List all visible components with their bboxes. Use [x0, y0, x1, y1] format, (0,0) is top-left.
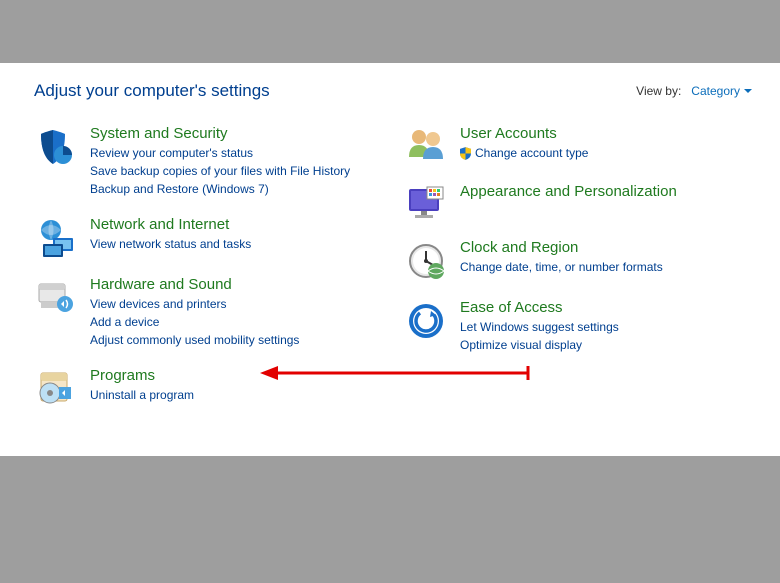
category-user-accounts: User Accounts Change account type	[404, 125, 752, 165]
sublink[interactable]: Save backup copies of your files with Fi…	[90, 162, 382, 180]
category-link-ease-of-access[interactable]: Ease of Access	[460, 299, 752, 316]
user-accounts-icon	[404, 125, 448, 165]
category-link-clock-region[interactable]: Clock and Region	[460, 239, 752, 256]
control-panel-window: Adjust your computer's settings View by:…	[0, 63, 780, 456]
chevron-down-icon	[744, 89, 752, 94]
sublink[interactable]: Let Windows suggest settings	[460, 318, 752, 336]
category-network-internet: Network and Internet View network status…	[34, 216, 382, 258]
left-column: System and Security Review your computer…	[34, 125, 382, 425]
uac-shield-icon	[460, 147, 471, 160]
page-title: Adjust your computer's settings	[34, 81, 270, 101]
category-link-network-internet[interactable]: Network and Internet	[90, 216, 382, 233]
sublink[interactable]: Backup and Restore (Windows 7)	[90, 180, 382, 198]
category-link-system-security[interactable]: System and Security	[90, 125, 382, 142]
sublink[interactable]: Change date, time, or number formats	[460, 258, 752, 276]
sublink[interactable]: Optimize visual display	[460, 336, 752, 354]
category-link-programs[interactable]: Programs	[90, 367, 382, 384]
sublink[interactable]: Change account type	[460, 144, 588, 162]
sublink[interactable]: View devices and printers	[90, 295, 382, 313]
right-column: User Accounts Change account type	[404, 125, 752, 425]
sublink[interactable]: Adjust commonly used mobility settings	[90, 331, 382, 349]
category-link-appearance-personalization[interactable]: Appearance and Personalization	[460, 183, 752, 200]
programs-icon	[34, 367, 78, 407]
category-clock-region: Clock and Region Change date, time, or n…	[404, 239, 752, 281]
sublink[interactable]: Add a device	[90, 313, 382, 331]
view-by-control: View by: Category	[636, 84, 752, 98]
network-internet-icon	[34, 216, 78, 258]
sublink[interactable]: View network status and tasks	[90, 235, 382, 253]
view-by-dropdown[interactable]: Category	[691, 84, 752, 98]
category-system-security: System and Security Review your computer…	[34, 125, 382, 198]
category-ease-of-access: Ease of Access Let Windows suggest setti…	[404, 299, 752, 354]
category-columns: System and Security Review your computer…	[34, 125, 752, 425]
category-hardware-sound: Hardware and Sound View devices and prin…	[34, 276, 382, 349]
category-link-user-accounts[interactable]: User Accounts	[460, 125, 752, 142]
header-row: Adjust your computer's settings View by:…	[34, 81, 752, 101]
view-by-label: View by:	[636, 84, 681, 98]
ease-of-access-icon	[404, 299, 448, 354]
sublink[interactable]: Uninstall a program	[90, 386, 382, 404]
clock-region-icon	[404, 239, 448, 281]
category-link-hardware-sound[interactable]: Hardware and Sound	[90, 276, 382, 293]
category-appearance-personalization: Appearance and Personalization	[404, 183, 752, 221]
category-programs: Programs Uninstall a program	[34, 367, 382, 407]
view-by-value: Category	[691, 84, 740, 98]
system-security-icon	[34, 125, 78, 198]
appearance-personalization-icon	[404, 183, 448, 221]
hardware-sound-icon	[34, 276, 78, 349]
sublink[interactable]: Review your computer's status	[90, 144, 382, 162]
